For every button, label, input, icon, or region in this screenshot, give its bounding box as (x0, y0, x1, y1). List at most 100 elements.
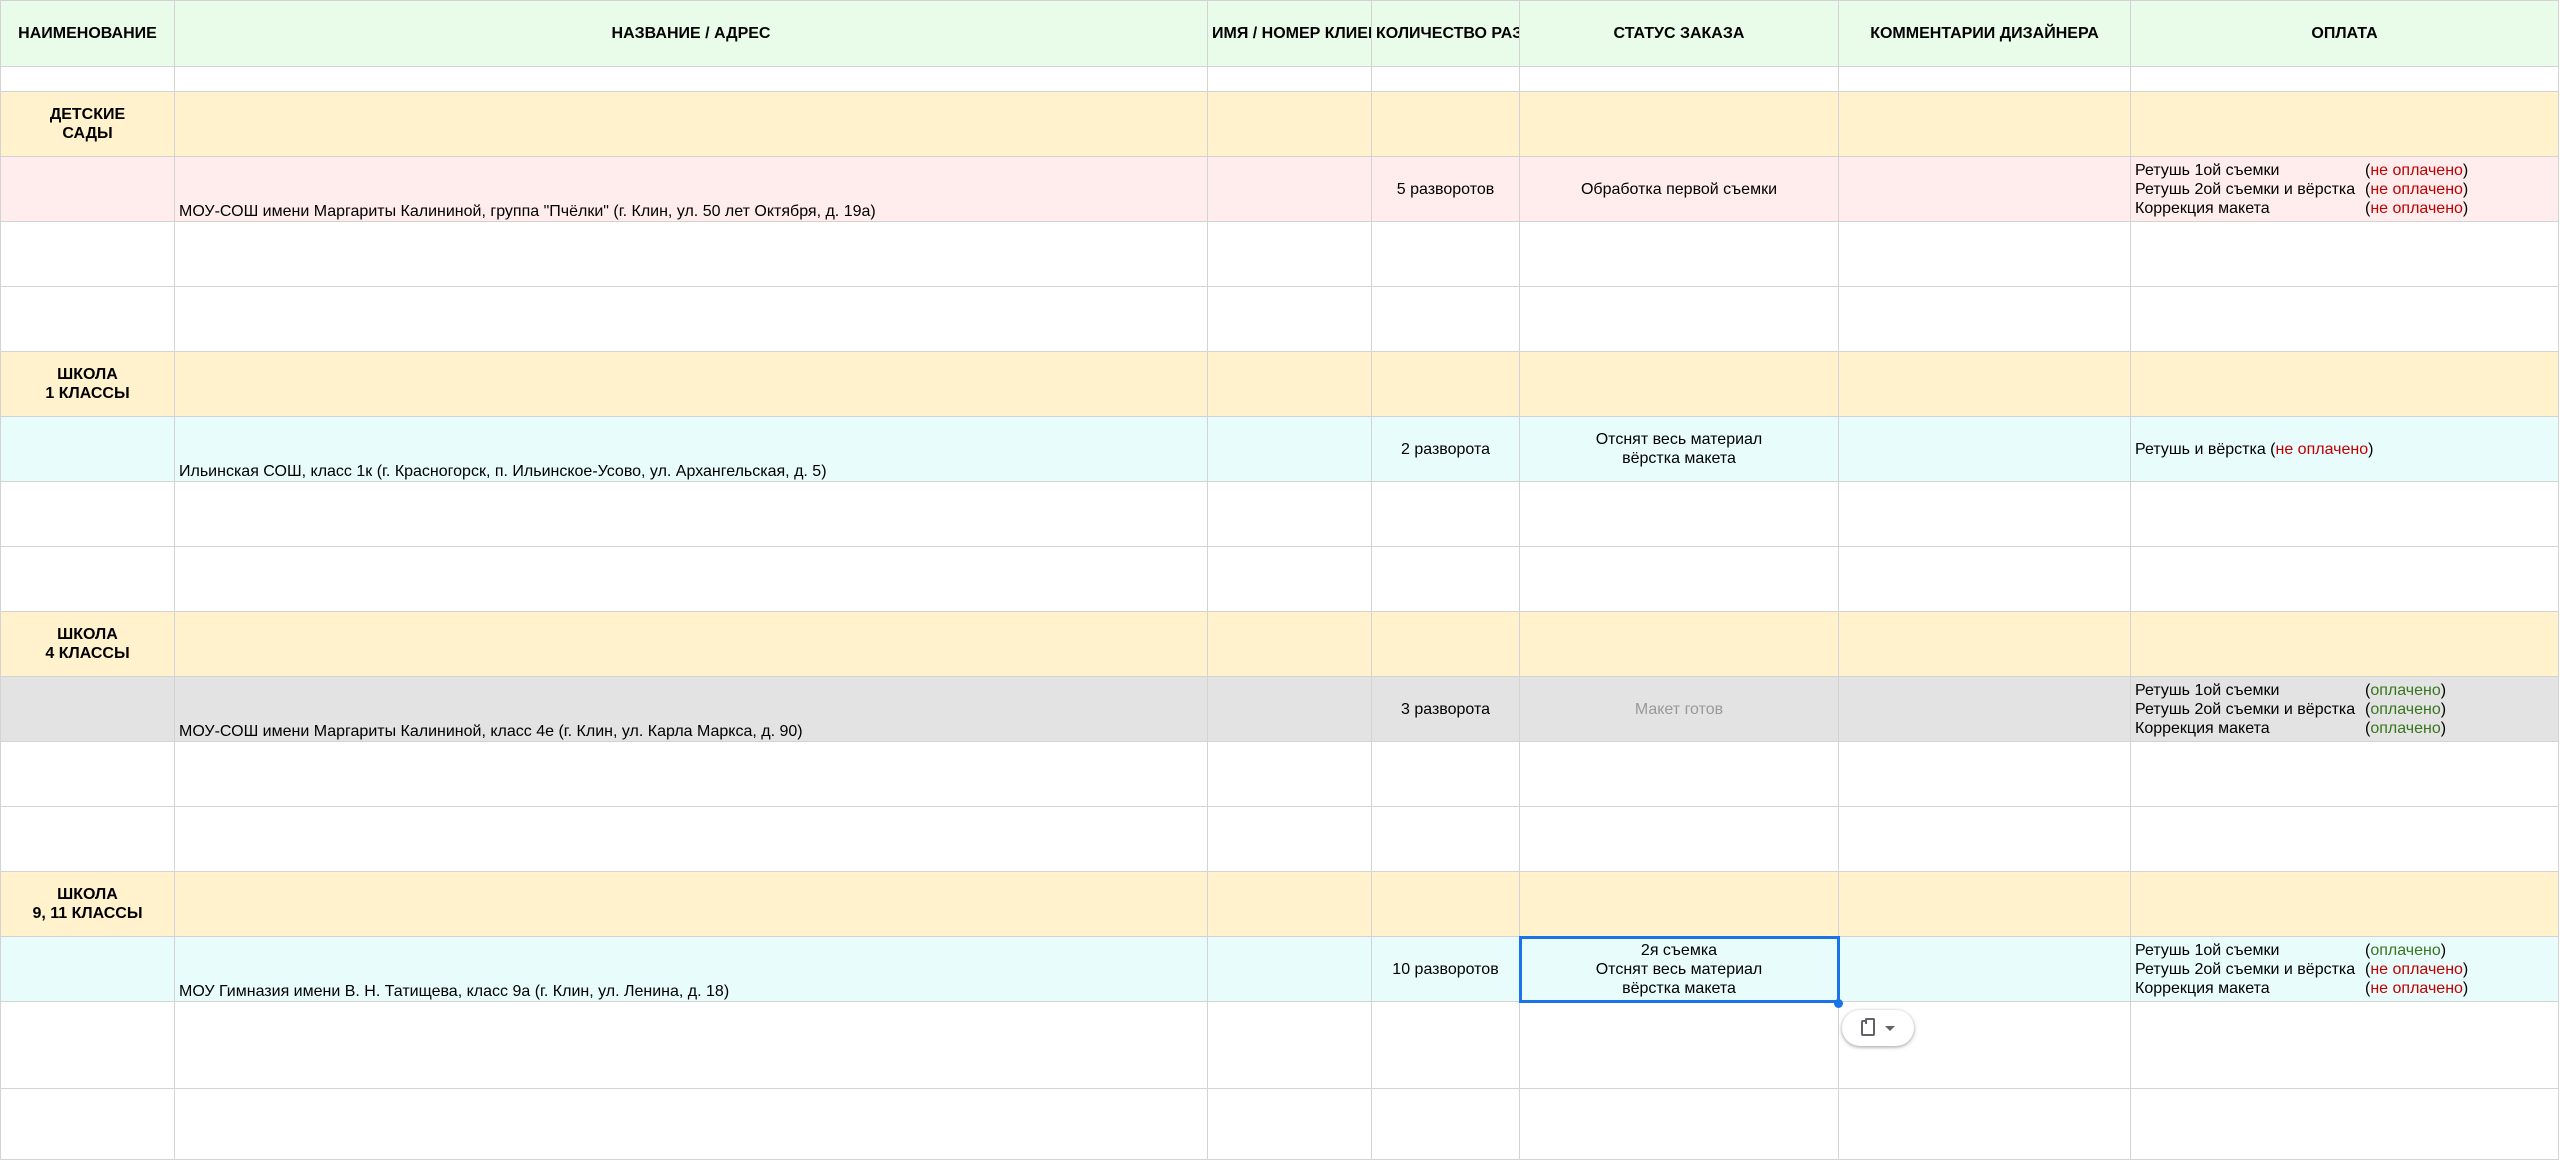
cell[interactable] (174, 481, 1208, 547)
cell[interactable] (1519, 481, 1839, 547)
cell[interactable] (0, 221, 175, 287)
order-address[interactable]: МОУ-СОШ имени Маргариты Калининой, класс… (174, 676, 1208, 742)
cell[interactable] (2130, 871, 2559, 937)
cell[interactable] (1838, 871, 2131, 937)
cell[interactable] (1519, 351, 1839, 417)
order-payment[interactable]: Ретушь 1ой съемки(не оплачено) Ретушь 2о… (2130, 156, 2559, 222)
cell[interactable] (0, 286, 175, 352)
cell[interactable] (174, 1088, 1208, 1160)
cell[interactable] (0, 416, 175, 482)
cell[interactable] (2130, 1088, 2559, 1160)
header-address[interactable]: НАЗВАНИЕ / АДРЕС (174, 0, 1208, 67)
order-payment[interactable]: Ретушь 1ой съемки(оплачено) Ретушь 2ой с… (2130, 936, 2559, 1002)
cell[interactable] (1519, 806, 1839, 872)
cell[interactable] (174, 221, 1208, 287)
cell[interactable] (1838, 221, 2131, 287)
cell[interactable] (1207, 1088, 1372, 1160)
cell[interactable] (174, 1001, 1208, 1089)
cell[interactable] (1519, 741, 1839, 807)
cell[interactable] (1207, 481, 1372, 547)
cell[interactable] (2130, 806, 2559, 872)
cell[interactable] (0, 1001, 175, 1089)
order-address[interactable]: МОУ-СОШ имени Маргариты Калининой, групп… (174, 156, 1208, 222)
cell[interactable] (1838, 91, 2131, 157)
cell[interactable] (1207, 221, 1372, 287)
cell[interactable] (2130, 91, 2559, 157)
cell[interactable] (1371, 91, 1520, 157)
cell[interactable] (1519, 286, 1839, 352)
cell[interactable] (1371, 611, 1520, 677)
cell[interactable] (1207, 66, 1372, 92)
cell[interactable] (1838, 66, 2131, 92)
category-name[interactable]: ДЕТСКИЕ САДЫ (0, 91, 175, 157)
cell[interactable] (174, 611, 1208, 677)
cell[interactable] (1838, 546, 2131, 612)
order-status-selected-cell[interactable]: 2я съемка Отснят весь материал вёрстка м… (1518, 935, 1840, 1003)
cell[interactable] (1838, 806, 2131, 872)
cell[interactable] (174, 286, 1208, 352)
cell[interactable] (0, 1088, 175, 1160)
cell[interactable] (0, 741, 175, 807)
cell[interactable] (174, 351, 1208, 417)
cell[interactable] (0, 806, 175, 872)
order-client[interactable] (1207, 156, 1372, 222)
order-comments[interactable] (1838, 676, 2131, 742)
cell[interactable] (0, 676, 175, 742)
cell[interactable] (1838, 1088, 2131, 1160)
cell[interactable] (1519, 1088, 1839, 1160)
order-client[interactable] (1207, 936, 1372, 1002)
order-payment[interactable]: Ретушь и вёрстка (не оплачено) (2130, 416, 2559, 482)
cell[interactable] (0, 546, 175, 612)
header-spreads[interactable]: КОЛИЧЕСТВО РАЗВОРОТОВ (1371, 0, 1520, 67)
cell[interactable] (174, 66, 1208, 92)
header-client[interactable]: ИМЯ / НОМЕР КЛИЕНТА (1207, 0, 1372, 67)
cell[interactable] (1519, 221, 1839, 287)
cell[interactable] (1207, 806, 1372, 872)
cell[interactable] (1371, 66, 1520, 92)
cell[interactable] (2130, 481, 2559, 547)
cell[interactable] (2130, 611, 2559, 677)
cell[interactable] (1371, 871, 1520, 937)
cell[interactable] (1207, 286, 1372, 352)
cell[interactable] (1207, 91, 1372, 157)
category-name[interactable]: ШКОЛА 4 КЛАССЫ (0, 611, 175, 677)
order-address[interactable]: МОУ Гимназия имени В. Н. Татищева, класс… (174, 936, 1208, 1002)
cell[interactable] (174, 741, 1208, 807)
cell[interactable] (1519, 1001, 1839, 1089)
cell[interactable] (2130, 351, 2559, 417)
order-payment[interactable]: Ретушь 1ой съемки(оплачено) Ретушь 2ой с… (2130, 676, 2559, 742)
order-comments[interactable] (1838, 936, 2131, 1002)
cell[interactable] (1519, 546, 1839, 612)
cell[interactable] (1371, 1001, 1520, 1089)
cell[interactable] (0, 936, 175, 1002)
cell[interactable] (1371, 481, 1520, 547)
cell[interactable] (174, 871, 1208, 937)
cell[interactable] (1207, 741, 1372, 807)
cell[interactable] (1838, 481, 2131, 547)
cell[interactable] (0, 481, 175, 547)
order-spreads[interactable]: 3 разворота (1371, 676, 1520, 742)
cell[interactable] (1207, 546, 1372, 612)
order-address[interactable]: Ильинская СОШ, класс 1к (г. Красногорск,… (174, 416, 1208, 482)
order-status[interactable]: Отснят весь материал вёрстка макета (1519, 416, 1839, 482)
header-payment[interactable]: ОПЛАТА (2130, 0, 2559, 67)
cell[interactable] (1207, 351, 1372, 417)
paste-options-button[interactable] (1842, 1010, 1914, 1046)
cell[interactable] (1371, 221, 1520, 287)
cell[interactable] (2130, 741, 2559, 807)
cell[interactable] (1371, 546, 1520, 612)
cell[interactable] (174, 546, 1208, 612)
cell[interactable] (1207, 1001, 1372, 1089)
cell[interactable] (1207, 611, 1372, 677)
selection-fill-handle[interactable] (1834, 999, 1843, 1008)
order-client[interactable] (1207, 676, 1372, 742)
order-status[interactable]: Обработка первой съемки (1519, 156, 1839, 222)
cell[interactable] (174, 91, 1208, 157)
cell[interactable] (1207, 871, 1372, 937)
order-spreads[interactable]: 2 разворота (1371, 416, 1520, 482)
cell[interactable] (2130, 1001, 2559, 1089)
cell[interactable] (1519, 871, 1839, 937)
cell[interactable] (1519, 91, 1839, 157)
order-comments[interactable] (1838, 416, 2131, 482)
cell[interactable] (1838, 351, 2131, 417)
